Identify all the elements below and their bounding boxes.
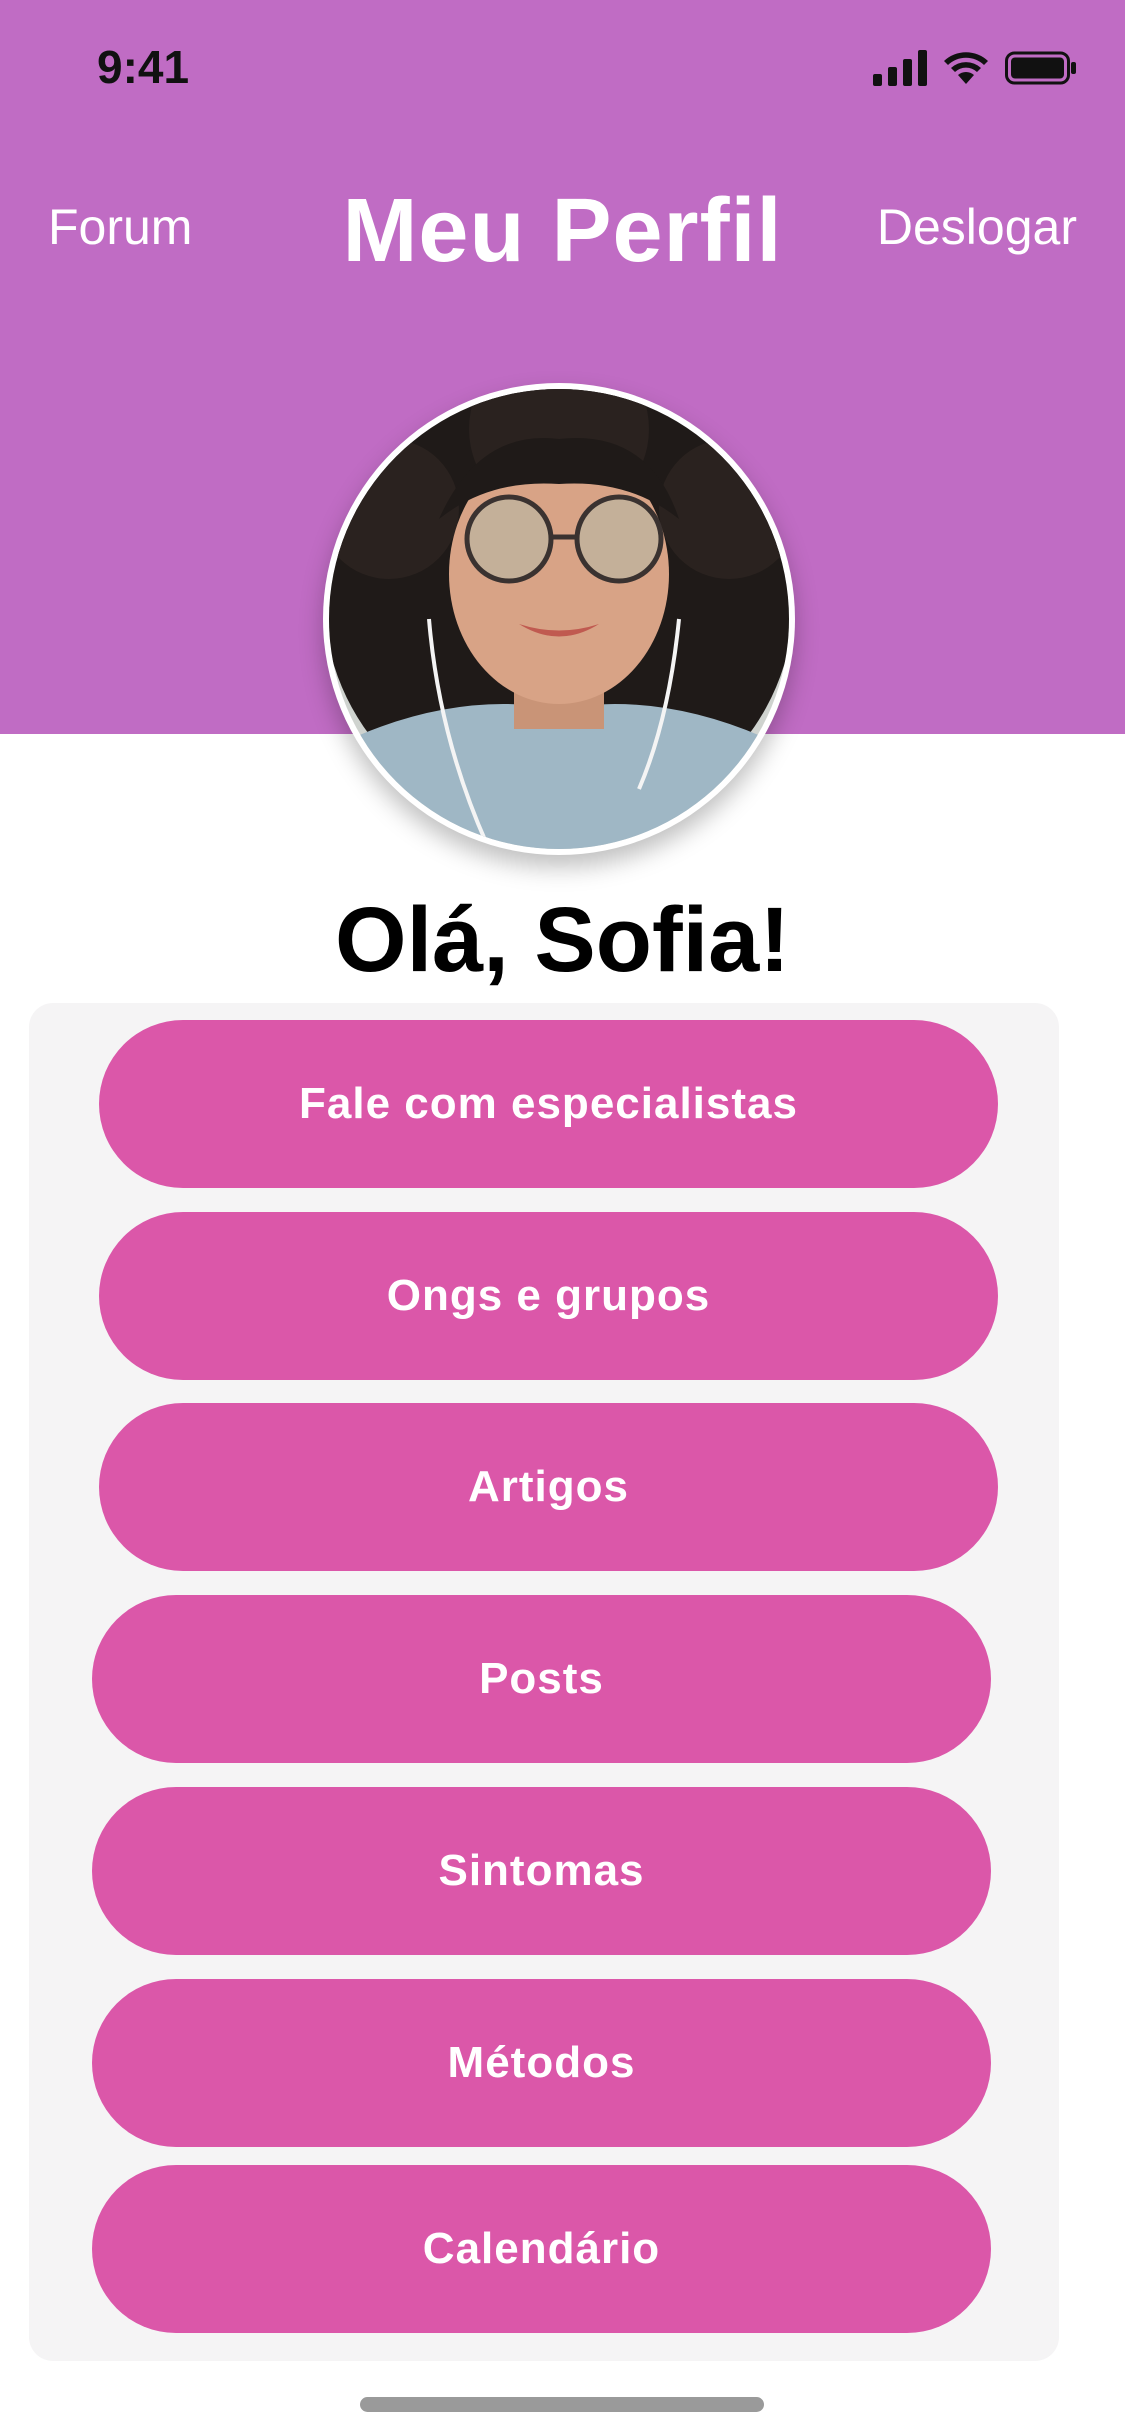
status-icons (873, 48, 1077, 88)
specialists-button[interactable]: Fale com especialistas (99, 1020, 998, 1188)
calendar-button[interactable]: Calendário (92, 2165, 991, 2333)
wifi-icon (944, 52, 988, 84)
methods-button[interactable]: Métodos (92, 1979, 991, 2147)
symptoms-button[interactable]: Sintomas (92, 1787, 991, 1955)
status-time: 9:41 (97, 41, 190, 93)
avatar[interactable] (323, 383, 795, 855)
home-indicator[interactable] (360, 2397, 764, 2412)
signal-icon (873, 50, 927, 86)
posts-button[interactable]: Posts (92, 1595, 991, 1763)
articles-button[interactable]: Artigos (99, 1403, 998, 1571)
logout-link[interactable]: Deslogar (877, 198, 1077, 256)
greeting: Olá, Sofia! (335, 889, 790, 991)
avatar-photo (329, 389, 789, 849)
ngos-groups-button[interactable]: Ongs e grupos (99, 1212, 998, 1380)
battery-icon (1005, 51, 1076, 85)
